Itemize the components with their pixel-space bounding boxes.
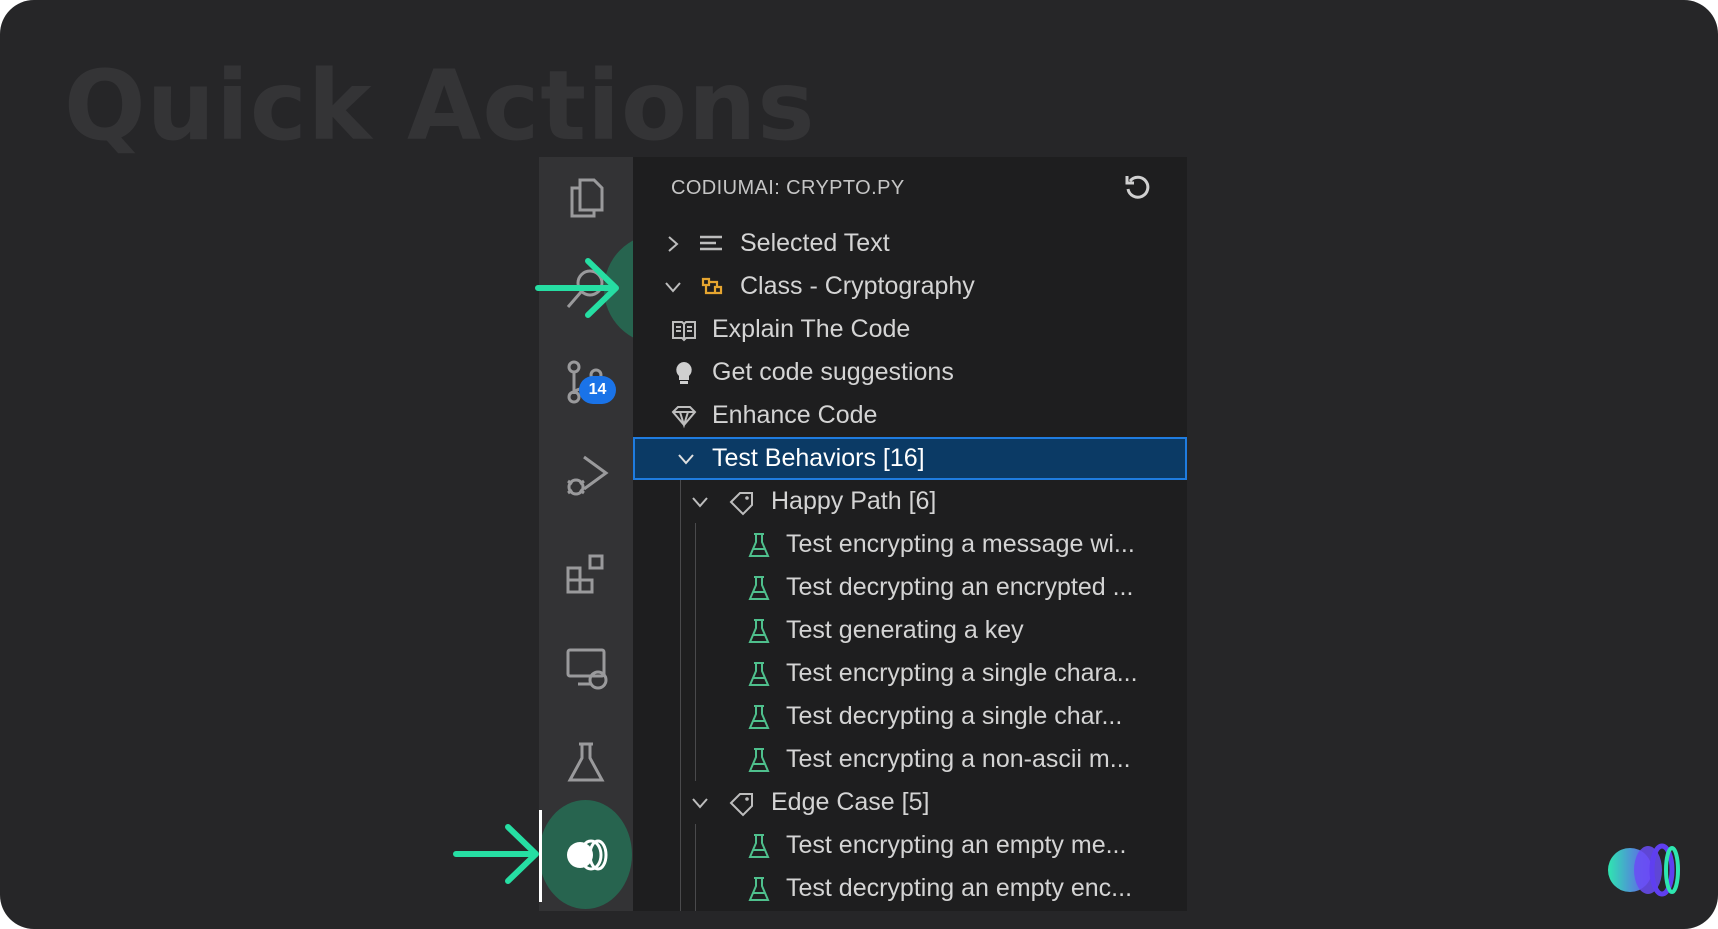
tag-icon [729, 491, 753, 515]
tree-row-test-behaviors[interactable]: Test Behaviors [16] [633, 437, 1187, 480]
tree-row-selected-text[interactable]: Selected Text [633, 222, 1187, 265]
test-item-label: Test encrypting a message wi... [786, 530, 1135, 558]
explain-code-label: Explain The Code [712, 315, 911, 343]
testing-icon[interactable] [539, 727, 633, 797]
test-behaviors-label: Test Behaviors [16] [712, 444, 925, 472]
test-item[interactable]: Test encrypting an empty me... [633, 824, 1187, 867]
remote-explorer-icon[interactable] [539, 633, 633, 703]
tree-row-class[interactable]: Class - Cryptography [633, 265, 1187, 308]
refresh-icon[interactable] [1123, 173, 1153, 203]
beaker-icon [748, 532, 770, 557]
panel-header: CODIUMAI: CRYPTO.PY [671, 177, 905, 199]
beaker-icon [748, 618, 770, 643]
action-enhance-code[interactable]: Enhance Code [633, 394, 1187, 437]
chevron-down-icon [678, 453, 694, 465]
test-item[interactable]: Test encrypting a single chara... [633, 652, 1187, 695]
test-item-label: Test encrypting a non-ascii m... [786, 745, 1131, 773]
test-item[interactable]: Test decrypting an encrypted ... [633, 566, 1187, 609]
test-item[interactable]: Test decrypting a single char... [633, 695, 1187, 738]
test-item-label: Test encrypting an empty me... [786, 831, 1127, 859]
test-item[interactable]: Test generating a key [633, 609, 1187, 652]
explorer-icon[interactable] [539, 163, 633, 233]
book-icon [672, 320, 696, 341]
happy-path-label: Happy Path [6] [771, 487, 937, 515]
tree-row-happy-path[interactable]: Happy Path [6] [633, 480, 1187, 523]
enhance-code-label: Enhance Code [712, 401, 878, 429]
beaker-icon [748, 575, 770, 600]
class-icon [701, 277, 723, 294]
pointer-arrow-class [535, 258, 619, 318]
tag-icon [729, 792, 753, 816]
gem-icon [671, 405, 697, 428]
codiumai-logo [1608, 843, 1680, 897]
beaker-icon [748, 661, 770, 686]
chevron-right-icon [668, 235, 679, 252]
selected-text-label: Selected Text [740, 229, 890, 257]
slide: Quick Actions 14 CODIUMAI: CRYPTO.PY Sel… [0, 0, 1718, 929]
lines-icon [700, 235, 722, 250]
pointer-arrow-codiumai [453, 824, 539, 884]
test-item-label: Test decrypting an empty enc... [786, 874, 1133, 902]
source-control-badge: 14 [579, 376, 616, 404]
run-debug-icon[interactable] [539, 440, 633, 510]
chevron-down-icon [692, 797, 708, 809]
test-item[interactable]: Test encrypting a message wi... [633, 523, 1187, 566]
test-item-label: Test generating a key [786, 616, 1024, 644]
class-label: Class - Cryptography [740, 272, 975, 300]
action-get-suggestions[interactable]: Get code suggestions [633, 351, 1187, 394]
codiumai-panel: CODIUMAI: CRYPTO.PY Selected Text Class … [633, 157, 1187, 911]
tree-row-edge-case[interactable]: Edge Case [5] [633, 781, 1187, 824]
test-item[interactable]: Test encrypting a non-ascii m... [633, 738, 1187, 781]
slide-title: Quick Actions [64, 50, 816, 162]
action-explain-code[interactable]: Explain The Code [633, 308, 1187, 351]
test-item[interactable]: Test decrypting an empty enc... [633, 867, 1187, 910]
beaker-icon [748, 747, 770, 772]
chevron-down-icon [665, 281, 681, 293]
test-item-label: Test decrypting an encrypted ... [786, 573, 1134, 601]
codiumai-icon[interactable] [539, 820, 633, 890]
beaker-icon [748, 876, 770, 901]
test-item-label: Test encrypting a single chara... [786, 659, 1138, 687]
lightbulb-icon [676, 361, 692, 384]
beaker-icon [748, 833, 770, 858]
source-control-icon[interactable]: 14 [539, 346, 633, 416]
test-item-label: Test decrypting a single char... [786, 702, 1123, 730]
extensions-icon[interactable] [539, 539, 633, 609]
edge-case-label: Edge Case [5] [771, 788, 930, 816]
get-suggestions-label: Get code suggestions [712, 358, 954, 386]
chevron-down-icon [692, 496, 708, 508]
beaker-icon [748, 704, 770, 729]
